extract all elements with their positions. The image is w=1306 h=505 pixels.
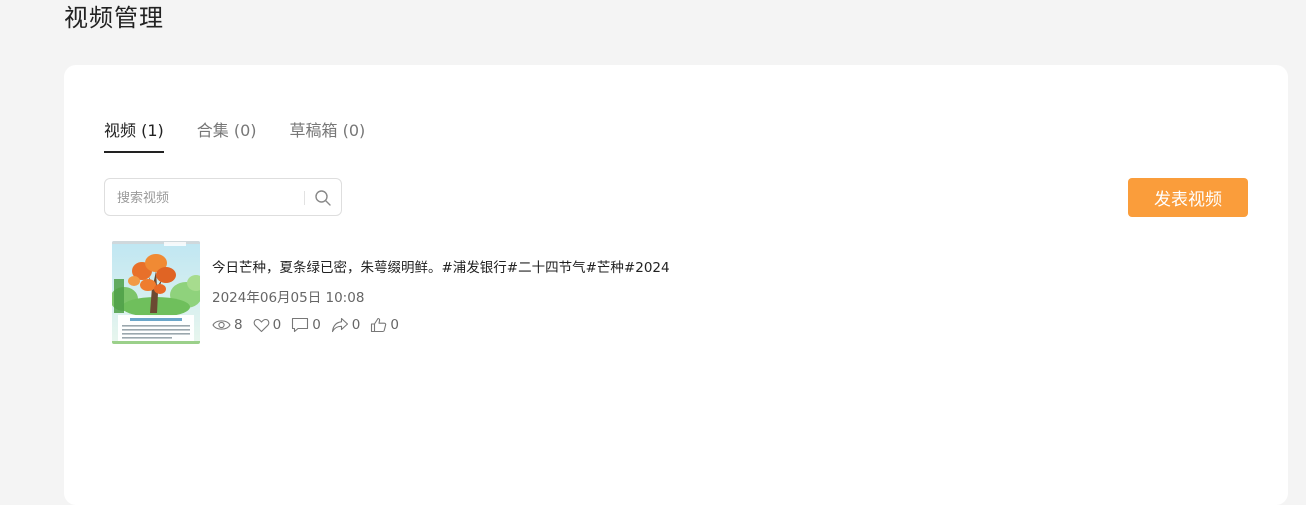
thumbs-up-stat: 0 [370,317,399,333]
share-icon [331,317,352,333]
thumbs-up-icon [370,317,390,333]
tab-collections[interactable]: 合集 (0) [197,119,257,153]
search-box [104,178,342,216]
views-stat: 8 [212,317,243,333]
shares-stat: 0 [331,317,361,333]
tab-videos[interactable]: 视频 (1) [104,119,164,153]
page-title: 视频管理 [64,4,164,32]
shares-count: 0 [351,317,361,333]
likes-stat: 0 [253,317,282,333]
search-icon[interactable] [314,189,332,207]
eye-icon [212,318,234,332]
tab-drafts[interactable]: 草稿箱 (0) [290,119,366,153]
video-thumbnail[interactable] [112,241,200,344]
views-count: 8 [234,317,243,333]
tab-bar: 视频 (1) 合集 (0) 草稿箱 (0) [104,119,398,153]
heart-icon [253,318,273,333]
video-stats: 8 0 0 0 0 [212,317,409,333]
comment-icon [291,317,312,333]
video-date: 2024年06月05日 10:08 [212,290,365,306]
comments-stat: 0 [291,317,321,333]
content-panel: 视频 (1) 合集 (0) 草稿箱 (0) 发表视频 [64,65,1288,505]
likes-count: 0 [272,317,282,333]
search-divider [304,191,305,205]
publish-video-button[interactable]: 发表视频 [1128,178,1248,217]
comments-count: 0 [312,317,321,333]
video-title[interactable]: 今日芒种，夏条绿已密，朱萼缀明鲜。#浦发银行#二十四节气#芒种#2024 [212,259,670,277]
video-list-item: 今日芒种，夏条绿已密，朱萼缀明鲜。#浦发银行#二十四节气#芒种#2024 202… [112,241,1212,345]
search-input[interactable] [117,188,297,208]
thumbs-up-count: 0 [390,317,399,333]
